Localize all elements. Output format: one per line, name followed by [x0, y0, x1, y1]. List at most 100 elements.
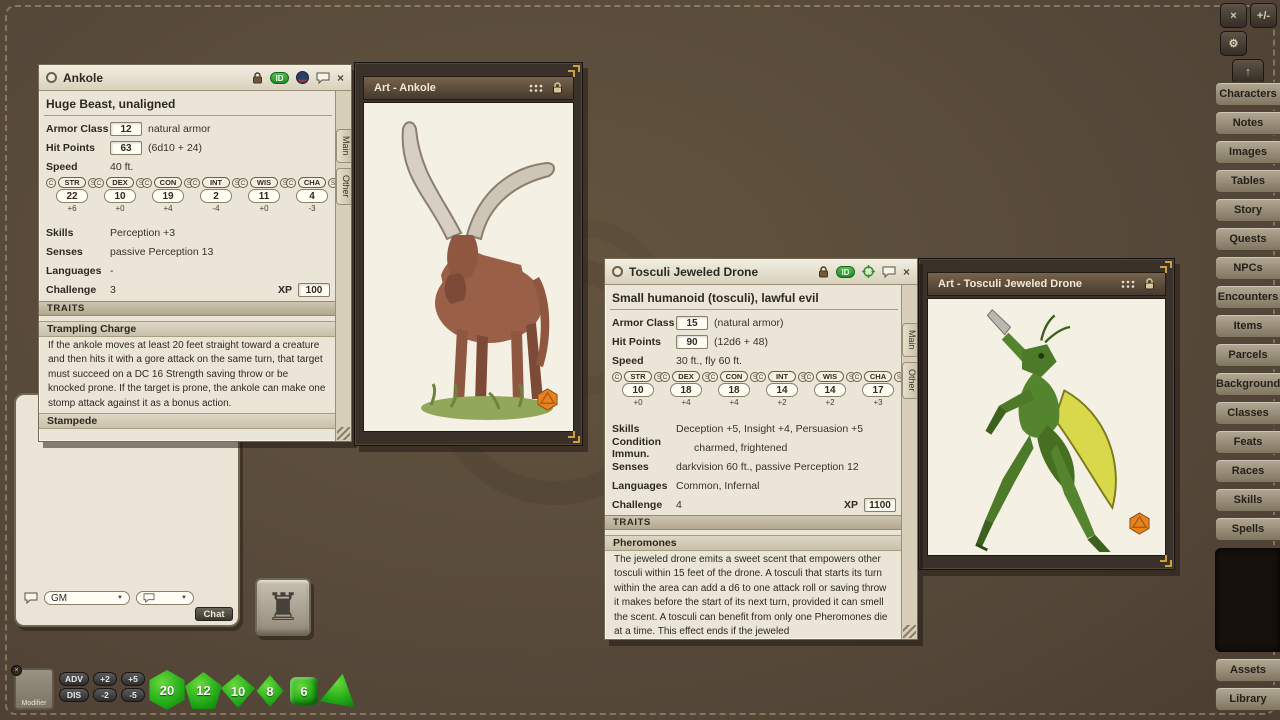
- sidebar-item-quests[interactable]: Quests: [1215, 227, 1280, 251]
- window-titlebar[interactable]: Art - Tosculi Jeweled Drone: [927, 272, 1166, 296]
- senses-value[interactable]: darkvision 60 ft., passive Perception 12: [676, 461, 859, 473]
- close-icon[interactable]: ×: [337, 72, 344, 84]
- sidebar-item-story[interactable]: Story: [1215, 198, 1280, 222]
- ability-dex[interactable]: C S DEX 18 +4: [663, 371, 709, 411]
- language-dropdown[interactable]: ▼: [136, 591, 194, 605]
- window-titlebar[interactable]: Ankole ID ×: [39, 65, 351, 91]
- lock-icon[interactable]: [1144, 278, 1155, 290]
- ability-check-icon[interactable]: C: [708, 372, 718, 382]
- ability-check-icon[interactable]: C: [804, 372, 814, 382]
- sidebar-item-backgrounds[interactable]: Backgrounds: [1215, 372, 1280, 396]
- sidebar-item-races[interactable]: Races: [1215, 459, 1280, 483]
- sidebar-item-notes[interactable]: Notes: [1215, 111, 1280, 135]
- ability-int[interactable]: C S INT 14 +2: [759, 371, 805, 411]
- tab-main[interactable]: Main: [336, 129, 351, 163]
- challenge-value[interactable]: 4: [676, 499, 682, 511]
- sidebar-item-encounters[interactable]: Encounters: [1215, 285, 1280, 309]
- xp-field[interactable]: 1100: [864, 498, 896, 512]
- ability-con[interactable]: C S CON 18 +4: [711, 371, 757, 411]
- tab-main[interactable]: Main: [902, 323, 917, 357]
- ability-wis[interactable]: C S WIS 11 +0: [241, 177, 287, 217]
- options-dots-icon[interactable]: [1121, 279, 1135, 289]
- ability-score[interactable]: 14: [766, 383, 798, 397]
- hit-points-field[interactable]: 90: [676, 335, 708, 349]
- token-portrait-icon[interactable]: [296, 71, 309, 84]
- ability-score[interactable]: 18: [670, 383, 702, 397]
- window-titlebar[interactable]: Tosculi Jeweled Drone ID ×: [605, 259, 917, 285]
- ability-score[interactable]: 11: [248, 189, 280, 203]
- languages-value[interactable]: Common, Infernal: [676, 480, 759, 492]
- ability-check-icon[interactable]: C: [190, 178, 200, 188]
- dice-tools-icon[interactable]: ×: [1220, 3, 1247, 28]
- skills-value[interactable]: Perception +3: [110, 227, 175, 239]
- plus2-button[interactable]: +2: [93, 672, 117, 686]
- lock-icon[interactable]: [252, 72, 263, 84]
- hit-points-note[interactable]: (6d10 + 24): [148, 142, 202, 154]
- senses-value[interactable]: passive Perception 13: [110, 246, 213, 258]
- fg-dice-logo-icon[interactable]: [536, 388, 559, 411]
- ability-score[interactable]: 17: [862, 383, 894, 397]
- tab-other[interactable]: Other: [336, 168, 351, 205]
- close-icon[interactable]: ×: [903, 266, 910, 278]
- ability-check-icon[interactable]: C: [660, 372, 670, 382]
- ability-str[interactable]: C S STR 10 +0: [615, 371, 661, 411]
- ability-score[interactable]: 18: [718, 383, 750, 397]
- ability-check-icon[interactable]: C: [612, 372, 622, 382]
- sidebar-item-feats[interactable]: Feats: [1215, 430, 1280, 454]
- ability-score[interactable]: 14: [814, 383, 846, 397]
- art-image-ankole[interactable]: [363, 102, 574, 432]
- trait-stampede[interactable]: Stampede: [39, 413, 337, 429]
- trait-trampling-charge[interactable]: Trampling Charge: [39, 321, 337, 337]
- die-d8[interactable]: 8: [254, 675, 286, 707]
- ability-score[interactable]: 2: [200, 189, 232, 203]
- resize-corner-icon[interactable]: [1157, 261, 1172, 276]
- ability-check-icon[interactable]: C: [852, 372, 862, 382]
- sidebar-item-assets[interactable]: Assets: [1215, 658, 1280, 682]
- ability-score[interactable]: 19: [152, 189, 184, 203]
- die-d20[interactable]: 20: [147, 670, 187, 710]
- armor-class-field[interactable]: 12: [110, 122, 142, 136]
- armor-class-note[interactable]: (natural armor): [714, 317, 783, 329]
- modifier-stack-box[interactable]: × Modifier: [14, 668, 54, 710]
- id-visibility-badge[interactable]: ID: [270, 72, 289, 84]
- id-visibility-badge[interactable]: ID: [836, 266, 855, 278]
- ability-cha[interactable]: C S CHA 4 -3: [289, 177, 335, 217]
- ability-score[interactable]: 22: [56, 189, 88, 203]
- chat-share-icon[interactable]: [882, 266, 896, 278]
- die-d6[interactable]: 6: [290, 677, 318, 705]
- sidebar-item-images[interactable]: Images: [1215, 140, 1280, 164]
- minus2-button[interactable]: -2: [93, 688, 117, 702]
- ability-check-icon[interactable]: C: [46, 178, 56, 188]
- dice-tower-button[interactable]: ♜: [255, 578, 311, 636]
- settings-gear-icon[interactable]: ⚙: [1220, 31, 1247, 56]
- tab-other[interactable]: Other: [902, 362, 917, 399]
- window-menu-icon[interactable]: [46, 72, 57, 83]
- options-dots-icon[interactable]: [529, 83, 543, 93]
- resize-corner-icon[interactable]: [565, 428, 580, 443]
- sidebar-item-tables[interactable]: Tables: [1215, 169, 1280, 193]
- plus-minus-modifier-button[interactable]: +/-: [1250, 3, 1277, 28]
- sidebar-item-npcs[interactable]: NPCs: [1215, 256, 1280, 280]
- ability-dex[interactable]: C S DEX 10 +0: [97, 177, 143, 217]
- targeting-icon[interactable]: [862, 265, 875, 278]
- dis-button[interactable]: DIS: [59, 688, 89, 702]
- speed-value[interactable]: 40 ft.: [110, 161, 133, 173]
- sidebar-item-library[interactable]: Library: [1215, 687, 1280, 711]
- adv-button[interactable]: ADV: [59, 672, 89, 686]
- chat-share-icon[interactable]: [316, 72, 330, 84]
- ability-score[interactable]: 4: [296, 189, 328, 203]
- ability-check-icon[interactable]: C: [142, 178, 152, 188]
- ability-wis[interactable]: C S WIS 14 +2: [807, 371, 853, 411]
- ability-score[interactable]: 10: [104, 189, 136, 203]
- ability-cha[interactable]: C S CHA 17 +3: [855, 371, 901, 411]
- ability-int[interactable]: C S INT 2 -4: [193, 177, 239, 217]
- pointer-mode-button[interactable]: ↑: [1232, 59, 1264, 84]
- ability-score[interactable]: 10: [622, 383, 654, 397]
- hit-points-field[interactable]: 63: [110, 141, 142, 155]
- resize-corner-icon[interactable]: [1157, 552, 1172, 567]
- sidebar-item-spells[interactable]: Spells: [1215, 517, 1280, 541]
- window-titlebar[interactable]: Art - Ankole: [363, 76, 574, 100]
- condition-immunities-value[interactable]: charmed, frightened: [694, 442, 787, 454]
- ability-str[interactable]: C S STR 22 +6: [49, 177, 95, 217]
- speed-value[interactable]: 30 ft., fly 60 ft.: [676, 355, 742, 367]
